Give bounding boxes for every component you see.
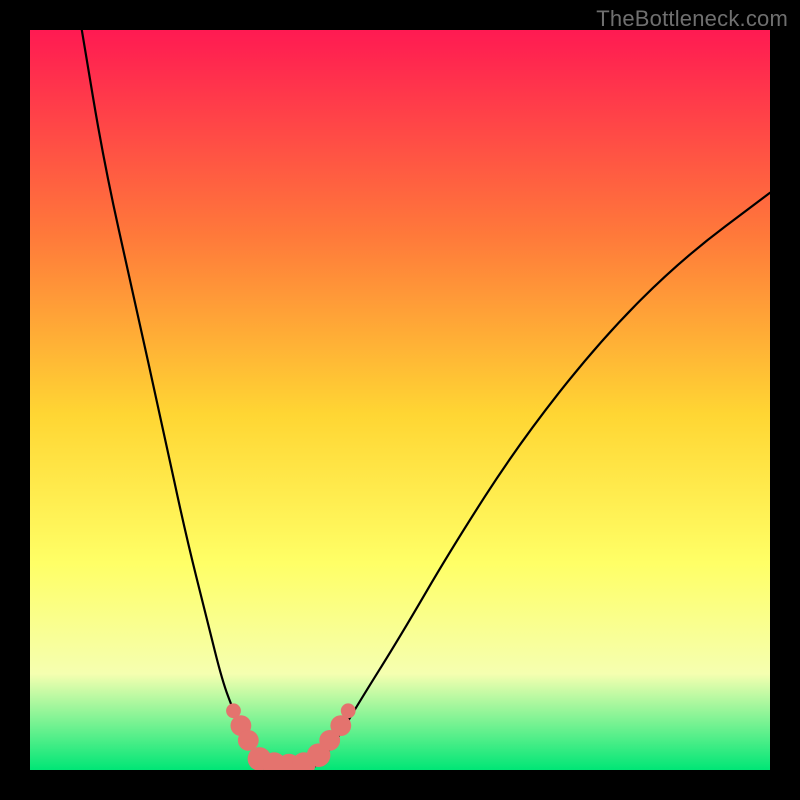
marker-point [238, 730, 259, 751]
bottleneck-chart [30, 30, 770, 770]
watermark-text: TheBottleneck.com [596, 6, 788, 32]
gradient-background [30, 30, 770, 770]
marker-point [341, 703, 356, 718]
marker-point [330, 715, 351, 736]
plot-frame [30, 30, 770, 770]
